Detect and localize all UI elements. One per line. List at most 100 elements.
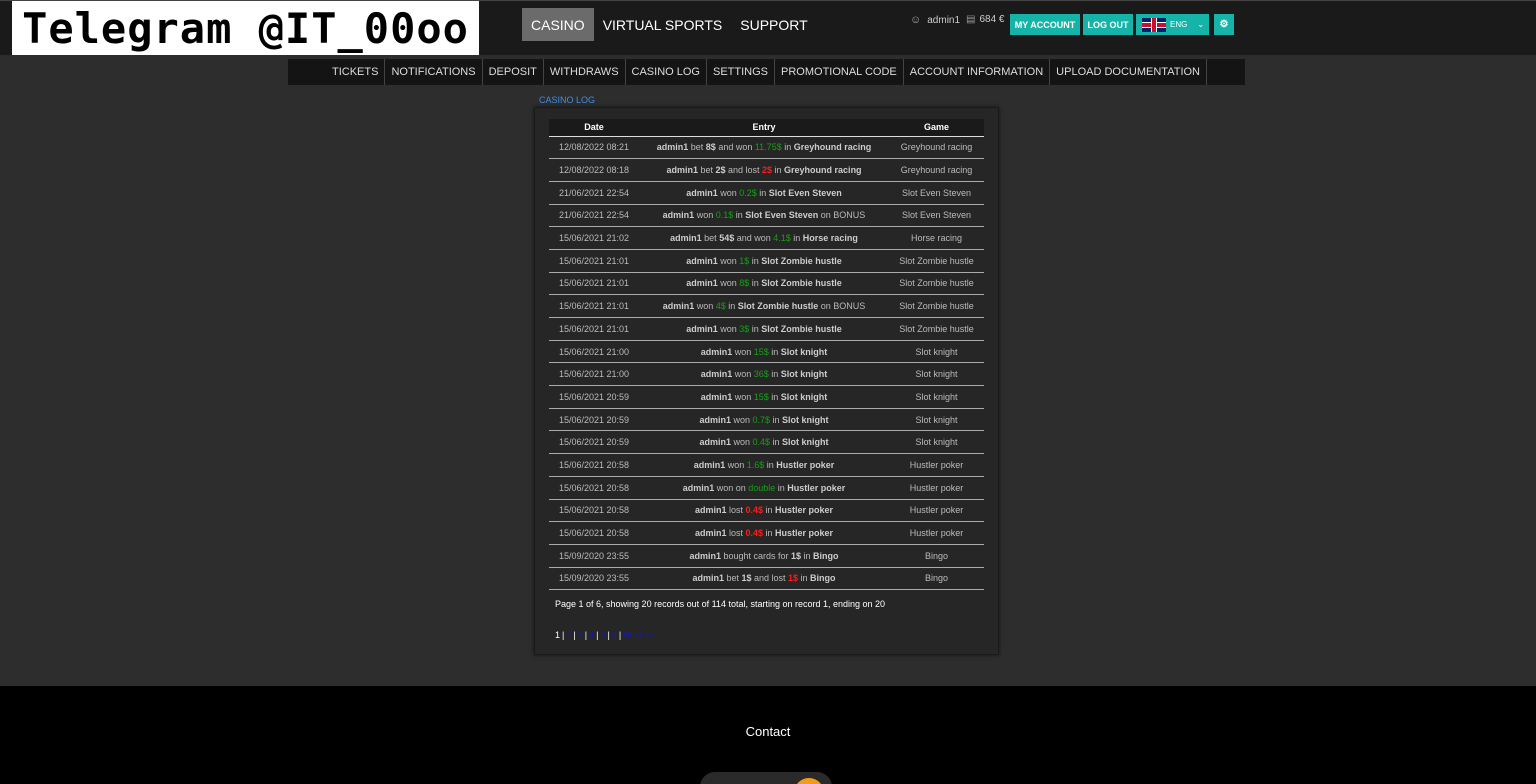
cell-game: Slot Zombie hustle <box>889 249 984 273</box>
wallet-icon: ▤ <box>966 14 976 25</box>
nav-casino[interactable]: CASINO <box>522 8 594 41</box>
entry-part: on BONUS <box>818 301 866 312</box>
entry-part: Slot knight <box>782 414 829 425</box>
entry-part: won <box>717 323 740 334</box>
entry-part: and lost <box>725 165 763 176</box>
entry-part: 1$ <box>788 573 799 584</box>
pagination-info: Page 1 of 6, showing 20 records out of 1… <box>555 599 886 609</box>
entry-part: Slot Zombie hustle <box>761 278 842 289</box>
cell-date: 12/08/2022 08:21 <box>549 136 639 160</box>
cell-entry: admin1 won 0.2$ in Slot Even Steven <box>639 181 889 205</box>
table-row: 15/06/2021 20:59 admin1 won 0.7$ in Slot … <box>549 408 984 432</box>
cell-entry: admin1 bet 2$ and lost 2$ in Greyhound r… <box>639 158 889 182</box>
entry-part: in <box>749 278 762 289</box>
user-icon: ☺ <box>910 14 922 26</box>
logo[interactable]: Telegram @IT_00oo <box>12 1 479 55</box>
entry-part: in <box>772 165 785 176</box>
page-link-2[interactable]: 2 <box>566 630 571 640</box>
entry-part: bet <box>701 233 720 244</box>
casino-log-panel: Date Entry Game 12/08/2022 08:21 admin1 b… <box>534 107 999 655</box>
cell-game: Slot Even Steven <box>889 204 984 228</box>
logout-button[interactable]: LOG OUT <box>1083 14 1133 35</box>
cell-entry: admin1 bet 54$ and won 4.1$ in Horse rac… <box>639 226 889 250</box>
cell-date: 15/06/2021 20:58 <box>549 499 639 523</box>
cell-entry: admin1 won 36$ in Slot knight <box>639 362 889 387</box>
entry-part: in <box>801 550 814 561</box>
entry-part: won <box>717 278 740 289</box>
entry-part: 54$ <box>719 233 735 244</box>
entry-part: in <box>749 323 762 334</box>
subnav-deposit[interactable]: DEPOSIT <box>483 59 544 85</box>
entry-part: Bingo <box>813 550 839 561</box>
entry-part: won <box>730 437 753 448</box>
user-info[interactable]: ☺ admin1 <box>910 14 960 26</box>
entry-part: Greyhound racing <box>793 142 872 153</box>
entry-part: bought cards for <box>720 550 792 561</box>
table-row: 15/06/2021 21:00 admin1 won 36$ in Slot k… <box>549 362 984 387</box>
subnav-account-information[interactable]: ACCOUNT INFORMATION <box>904 59 1051 85</box>
page-link-6[interactable]: 6 <box>612 630 617 640</box>
table-row: 15/06/2021 20:58 admin1 lost 0.4$ in Hust… <box>549 499 984 523</box>
entry-user: admin1 <box>694 505 727 516</box>
username: admin1 <box>927 14 961 26</box>
settings-button[interactable]: ⚙ <box>1214 14 1234 35</box>
entry-part: Bingo <box>810 573 836 584</box>
entry-part: 2$ <box>762 165 773 176</box>
column-header-entry: Entry <box>639 119 889 137</box>
entry-part: won <box>717 187 740 198</box>
entry-part: Slot Even Steven <box>768 187 842 198</box>
cell-date: 15/06/2021 20:59 <box>549 408 639 432</box>
entry-part: on BONUS <box>818 210 866 221</box>
nav-virtual-sports[interactable]: VIRTUAL SPORTS <box>594 8 732 41</box>
entry-user: admin1 <box>682 482 715 493</box>
subnav-settings[interactable]: SETTINGS <box>707 59 776 85</box>
cell-date: 15/06/2021 21:01 <box>549 294 639 318</box>
logo-text: Telegram @IT_00oo <box>22 3 469 53</box>
uk-flag-icon <box>1142 17 1166 32</box>
cell-game: Slot Zombie hustle <box>889 317 984 341</box>
subnav-tickets[interactable]: TICKETS <box>326 59 386 85</box>
entry-user: admin1 <box>656 142 689 153</box>
entry-user: admin1 <box>686 278 718 289</box>
my-account-button[interactable]: MY ACCOUNT <box>1010 14 1080 35</box>
gear-icon: ⚙ <box>1219 19 1229 30</box>
cell-date: 15/06/2021 21:01 <box>549 317 639 341</box>
entry-part: 8$ <box>705 142 716 153</box>
entry-part: in <box>781 142 794 153</box>
entry-part: in <box>725 301 738 312</box>
subnav-upload-documentation[interactable]: UPLOAD DOCUMENTATION <box>1050 59 1207 85</box>
entry-part: won <box>694 210 716 221</box>
balance: ▤ 684 € <box>966 14 1004 25</box>
entry-part: won <box>732 391 754 402</box>
cell-entry: admin1 won 0.7$ in Slot knight <box>639 408 889 432</box>
entry-user: admin1 <box>670 233 702 244</box>
entry-part: in <box>733 210 746 221</box>
cell-entry: admin1 bet 8$ and won 11.75$ in Greyhoun… <box>639 136 889 160</box>
cell-entry: admin1 won 15$ in Slot knight <box>639 340 889 364</box>
page-link-5[interactable]: 5 <box>600 630 605 640</box>
page-link-4[interactable]: 4 <box>589 630 594 640</box>
cell-date: 15/06/2021 20:59 <box>549 385 639 409</box>
subnav-withdraws[interactable]: WITHDRAWS <box>544 59 626 85</box>
entry-part: Slot knight <box>782 437 829 448</box>
cell-game: Greyhound racing <box>889 136 984 160</box>
table-row: 15/06/2021 21:01 admin1 won 1$ in Slot Zo… <box>549 249 984 273</box>
entry-part: Hustler poker <box>776 459 835 470</box>
entry-user: admin1 <box>662 301 695 312</box>
table-row: 15/06/2021 21:02 admin1 bet 54$ and won 4… <box>549 226 984 250</box>
chevron-down-icon: ⌄ <box>1197 20 1205 29</box>
cell-entry: admin1 won 1.6$ in Hustler poker <box>639 453 889 477</box>
subnav-notifications[interactable]: NOTIFICATIONS <box>385 59 483 85</box>
subnav-casino-log[interactable]: CASINO LOG <box>626 59 707 85</box>
contact-link[interactable]: Contact <box>0 724 1536 739</box>
entry-part: won <box>732 346 754 357</box>
next-page-link[interactable]: Next >> <box>623 630 655 640</box>
language-select[interactable]: ENG ⌄ <box>1136 14 1209 35</box>
cell-entry: admin1 bet 1$ and lost 1$ in Bingo <box>639 567 889 591</box>
nav-support[interactable]: SUPPORT <box>731 8 816 41</box>
subnav-promotional-code[interactable]: PROMOTIONAL CODE <box>775 59 904 85</box>
page-link-3[interactable]: 3 <box>578 630 583 640</box>
cell-date: 15/06/2021 20:58 <box>549 453 639 477</box>
entry-user: admin1 <box>700 391 733 402</box>
entry-part: Slot knight <box>780 369 828 380</box>
